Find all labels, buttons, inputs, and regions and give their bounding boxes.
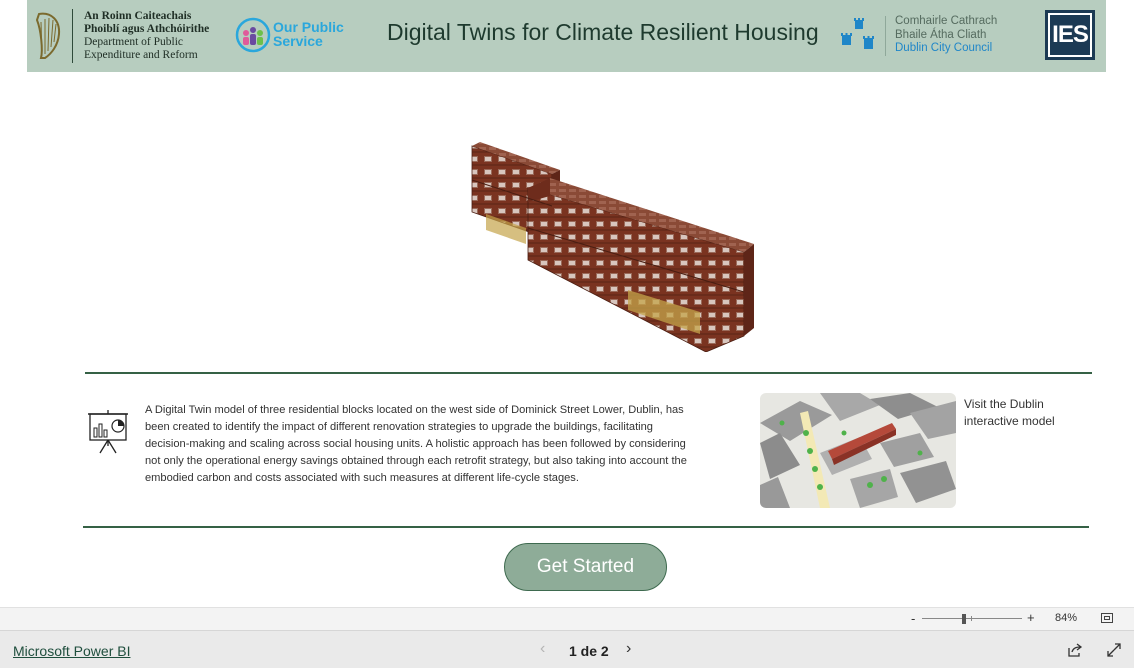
- zoom-percent: 84%: [1055, 612, 1078, 624]
- building-3d-render: [471, 142, 754, 352]
- fit-to-page-icon[interactable]: [1101, 613, 1113, 623]
- dept-line: An Roinn Caiteachais: [84, 10, 192, 22]
- dublin-city-council-logo-text: Comhairle Cathrach Bhaile Átha Cliath Du…: [895, 15, 997, 56]
- dcc-line: Bhaile Átha Cliath: [895, 28, 987, 41]
- zoom-in-button[interactable]: +: [1027, 610, 1035, 625]
- castle-icon: [841, 18, 874, 49]
- divider: [885, 16, 886, 56]
- project-description: A Digital Twin model of three residentia…: [145, 404, 687, 484]
- zoom-slider-thumb[interactable]: [962, 614, 966, 624]
- divider-line: [83, 526, 1089, 528]
- our-public-service-icon: [235, 17, 271, 53]
- presentation-chart-icon: [88, 410, 128, 454]
- zoom-out-button[interactable]: -: [911, 611, 915, 626]
- harp-icon: [35, 12, 61, 59]
- dublin-model-thumbnail[interactable]: [760, 393, 956, 508]
- zoom-bar: - + 84%: [0, 607, 1134, 630]
- our-public-service-text: Our Public Service: [273, 20, 344, 48]
- dcc-line: Comhairle Cathrach: [895, 15, 998, 27]
- dept-line: Department of Public: [84, 36, 184, 48]
- ops-line: Our Public: [273, 19, 344, 35]
- header-banner: An Roinn Caiteachais Phoiblí agus Athchó…: [27, 0, 1106, 72]
- fullscreen-icon[interactable]: [1106, 642, 1122, 658]
- dept-line: Phoiblí agus Athchóirithe: [84, 23, 210, 35]
- power-bi-link[interactable]: Microsoft Power BI: [13, 643, 130, 659]
- zoom-slider-track[interactable]: [922, 618, 1022, 619]
- ops-line: Service: [273, 33, 323, 49]
- zoom-slider-tick: [971, 616, 972, 621]
- footer-bar: Microsoft Power BI ‹ 1 de 2 ›: [0, 630, 1134, 668]
- chevron-left-icon[interactable]: ‹: [540, 640, 545, 658]
- chevron-right-icon[interactable]: ›: [626, 640, 631, 658]
- divider-line: [85, 372, 1092, 374]
- visit-dublin-model-link[interactable]: Visit the Dublin interactive model: [964, 396, 1074, 430]
- get-started-button[interactable]: Get Started: [504, 543, 667, 591]
- dcc-line: Dublin City Council: [895, 42, 993, 54]
- divider: [72, 9, 73, 63]
- page-indicator: 1 de 2: [569, 643, 609, 659]
- ies-logo: IES: [1045, 10, 1095, 60]
- share-icon[interactable]: [1067, 642, 1083, 658]
- department-logo-text: An Roinn Caiteachais Phoiblí agus Athchó…: [84, 10, 209, 62]
- dept-line: Expenditure and Reform: [84, 49, 198, 61]
- page-title: Digital Twins for Climate Resilient Hous…: [387, 19, 819, 45]
